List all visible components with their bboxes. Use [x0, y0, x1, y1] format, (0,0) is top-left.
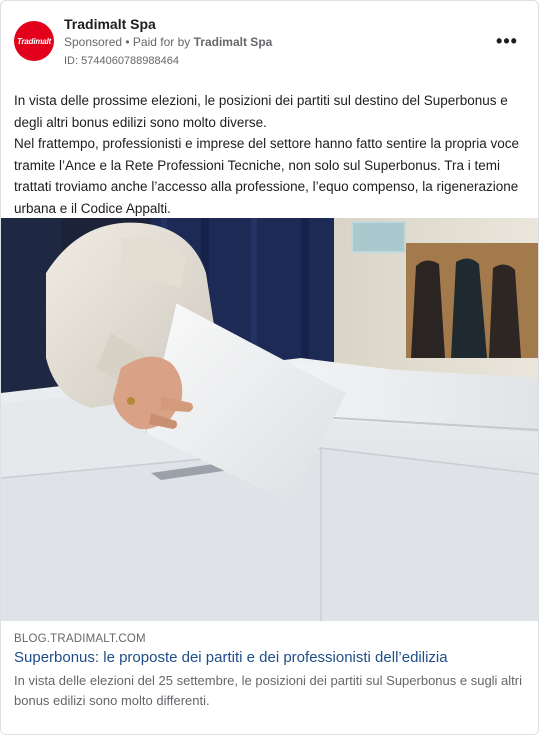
link-domain: BLOG.TRADIMALT.COM — [14, 633, 146, 645]
sponsored-label: Sponsored — [64, 35, 123, 49]
ballot-photo — [1, 218, 538, 621]
ad-meta: Sponsored • Paid for by Tradimalt Spa — [64, 35, 272, 49]
link-description: In vista delle elezioni del 25 settembre… — [14, 673, 523, 708]
ad-card: Tradimalt Tradimalt Spa Sponsored • Paid… — [0, 0, 539, 735]
body-paragraph-2: Nel frattempo, professionisti e imprese … — [14, 136, 520, 216]
body-paragraph-1: In vista delle prossime elezioni, le pos… — [14, 93, 508, 130]
ad-body-text: In vista delle prossime elezioni, le pos… — [14, 90, 529, 219]
paid-for-prefix: Paid for by — [132, 35, 194, 49]
ad-image[interactable] — [1, 218, 538, 621]
avatar-logo-text: Tradimalt — [16, 36, 52, 46]
ad-header: Tradimalt Tradimalt Spa Sponsored • Paid… — [1, 1, 538, 81]
ad-id: ID: 5744060788988464 — [64, 55, 179, 67]
more-options-button[interactable]: ••• — [493, 29, 521, 53]
meta-separator: • — [122, 35, 133, 49]
link-headline[interactable]: Superbonus: le proposte dei partiti e de… — [14, 649, 448, 666]
more-horizontal-icon: ••• — [496, 30, 518, 51]
link-preview[interactable]: BLOG.TRADIMALT.COM Superbonus: le propos… — [1, 621, 538, 734]
avatar[interactable]: Tradimalt — [14, 21, 54, 61]
paid-for-name: Tradimalt Spa — [193, 35, 273, 49]
page-name[interactable]: Tradimalt Spa — [64, 16, 156, 32]
